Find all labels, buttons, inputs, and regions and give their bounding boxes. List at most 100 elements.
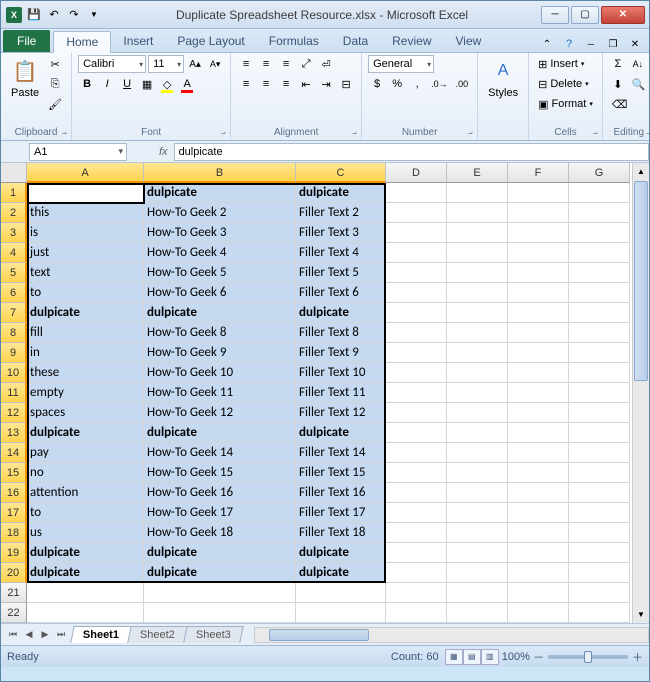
cell-F15[interactable] [508,463,569,483]
bold-button[interactable]: B [78,75,96,93]
maximize-button[interactable]: ▢ [571,6,599,24]
cell-G4[interactable] [569,243,630,263]
decrease-font-icon[interactable]: A▾ [206,55,224,73]
row-header-7[interactable]: 7 [1,303,27,323]
cell-B15[interactable]: How-To Geek 15 [144,463,296,483]
increase-indent-icon[interactable]: ⇥ [317,75,335,93]
sheet-tab-sheet1[interactable]: Sheet1 [70,626,132,643]
align-left-icon[interactable]: ≡ [237,75,255,93]
cell-D9[interactable] [386,343,447,363]
cell-F8[interactable] [508,323,569,343]
copy-icon[interactable]: ⎘ [45,75,65,93]
workbook-minimize-icon[interactable]: ─ [583,36,599,52]
help-icon[interactable]: ? [561,36,577,52]
cell-E22[interactable] [447,603,508,623]
cell-G8[interactable] [569,323,630,343]
cell-C17[interactable]: Filler Text 17 [296,503,386,523]
cell-F10[interactable] [508,363,569,383]
page-break-view-icon[interactable]: ▥ [481,649,499,665]
cell-F20[interactable] [508,563,569,583]
cell-C16[interactable]: Filler Text 16 [296,483,386,503]
cell-A3[interactable]: is [27,223,144,243]
cell-D12[interactable] [386,403,447,423]
qat-customize-icon[interactable]: ▼ [85,6,103,24]
row-header-13[interactable]: 13 [1,423,27,443]
ribbon-tab-insert[interactable]: Insert [111,30,165,52]
row-header-21[interactable]: 21 [1,583,27,603]
row-header-11[interactable]: 11 [1,383,27,403]
clear-icon[interactable]: ⌫ [609,95,631,113]
decrease-indent-icon[interactable]: ⇤ [297,75,315,93]
cell-B18[interactable]: How-To Geek 18 [144,523,296,543]
column-header-D[interactable]: D [386,163,447,183]
cell-D18[interactable] [386,523,447,543]
name-box[interactable]: A1 [29,143,127,161]
cell-E9[interactable] [447,343,508,363]
cell-D7[interactable] [386,303,447,323]
cell-C21[interactable] [296,583,386,603]
cell-B8[interactable]: How-To Geek 8 [144,323,296,343]
cell-A5[interactable]: text [27,263,144,283]
cell-A18[interactable]: us [27,523,144,543]
italic-button[interactable]: I [98,75,116,93]
cell-A6[interactable]: to [27,283,144,303]
align-middle-icon[interactable]: ≡ [257,55,275,73]
cell-D1[interactable] [386,183,447,203]
ribbon-tab-formulas[interactable]: Formulas [257,30,331,52]
cell-B2[interactable]: How-To Geek 2 [144,203,296,223]
cell-C1[interactable]: dulpicate [296,183,386,203]
row-header-19[interactable]: 19 [1,543,27,563]
cell-A13[interactable]: dulpicate [27,423,144,443]
cell-E21[interactable] [447,583,508,603]
cell-F4[interactable] [508,243,569,263]
cell-C22[interactable] [296,603,386,623]
zoom-in-button[interactable]: ＋ [632,649,643,665]
cell-A1[interactable]: dulpicate [27,183,144,203]
cell-D10[interactable] [386,363,447,383]
cell-F9[interactable] [508,343,569,363]
save-icon[interactable]: 💾 [25,6,43,24]
cell-E18[interactable] [447,523,508,543]
sheet-tab-sheet2[interactable]: Sheet2 [127,626,187,643]
cell-E7[interactable] [447,303,508,323]
close-button[interactable]: ✕ [601,6,645,24]
app-icon[interactable]: X [5,6,23,24]
cell-G20[interactable] [569,563,630,583]
vertical-scrollbar[interactable]: ▲ ▼ [632,163,649,623]
cell-C5[interactable]: Filler Text 5 [296,263,386,283]
cell-C12[interactable]: Filler Text 12 [296,403,386,423]
cell-B4[interactable]: How-To Geek 4 [144,243,296,263]
cell-B17[interactable]: How-To Geek 17 [144,503,296,523]
align-right-icon[interactable]: ≡ [277,75,295,93]
cell-A12[interactable]: spaces [27,403,144,423]
cell-F5[interactable] [508,263,569,283]
cell-A21[interactable] [27,583,144,603]
ribbon-tab-page-layout[interactable]: Page Layout [165,30,256,52]
cell-E20[interactable] [447,563,508,583]
row-header-20[interactable]: 20 [1,563,27,583]
cell-C3[interactable]: Filler Text 3 [296,223,386,243]
ribbon-tab-review[interactable]: Review [380,30,443,52]
cell-G5[interactable] [569,263,630,283]
border-icon[interactable]: ▦ [138,75,156,93]
cell-B21[interactable] [144,583,296,603]
row-header-17[interactable]: 17 [1,503,27,523]
increase-font-icon[interactable]: A▴ [186,55,204,73]
cell-A14[interactable]: pay [27,443,144,463]
sheet-nav-last-icon[interactable]: ⏭ [53,629,69,640]
cell-C13[interactable]: dulpicate [296,423,386,443]
cell-F18[interactable] [508,523,569,543]
cell-A2[interactable]: this [27,203,144,223]
cell-C9[interactable]: Filler Text 9 [296,343,386,363]
column-header-C[interactable]: C [296,163,386,183]
cell-G3[interactable] [569,223,630,243]
sheet-tab-sheet3[interactable]: Sheet3 [183,626,243,643]
cell-D20[interactable] [386,563,447,583]
row-header-3[interactable]: 3 [1,223,27,243]
row-header-1[interactable]: 1 [1,183,27,203]
cell-B9[interactable]: How-To Geek 9 [144,343,296,363]
font-name-combo[interactable]: Calibri [78,55,146,73]
underline-button[interactable]: U [118,75,136,93]
merge-center-icon[interactable]: ⊟ [337,75,355,93]
cell-F16[interactable] [508,483,569,503]
